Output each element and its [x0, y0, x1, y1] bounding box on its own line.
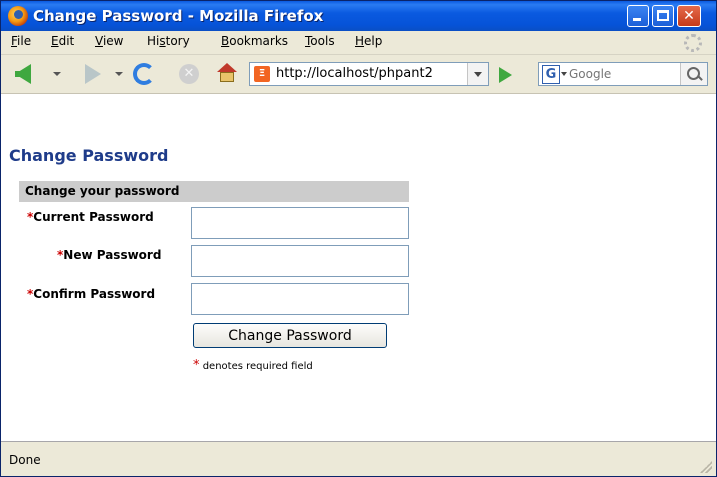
- resize-grip-icon[interactable]: [700, 461, 712, 473]
- firefox-icon: [8, 6, 28, 26]
- throbber-icon: [684, 34, 702, 52]
- minimize-button[interactable]: [627, 5, 649, 27]
- url-text[interactable]: http://localhost/phpant2: [276, 66, 456, 81]
- search-bar[interactable]: G: [538, 62, 708, 86]
- current-password-label: *Current Password: [27, 210, 154, 224]
- site-icon: Ξ: [254, 66, 270, 82]
- current-password-field[interactable]: [191, 207, 409, 239]
- menu-edit[interactable]: Edit: [51, 34, 74, 48]
- required-marker: *: [193, 358, 200, 373]
- home-icon[interactable]: [217, 63, 237, 83]
- menu-file[interactable]: File: [11, 34, 31, 48]
- home-roof: [217, 63, 237, 72]
- menu-view[interactable]: View: [95, 34, 123, 48]
- stop-icon[interactable]: ✕: [179, 64, 199, 84]
- home-wall: [220, 72, 234, 82]
- url-bar[interactable]: Ξ http://localhost/phpant2: [249, 62, 489, 86]
- go-icon[interactable]: [499, 67, 512, 83]
- window-title: Change Password - Mozilla Firefox: [33, 7, 324, 25]
- page-content: Change Password Change your password *Cu…: [1, 94, 716, 441]
- search-button[interactable]: [680, 63, 707, 85]
- status-text: Done: [9, 453, 41, 467]
- status-bar: Done: [1, 441, 716, 476]
- menu-bookmarks[interactable]: Bookmarks: [221, 34, 288, 48]
- close-button[interactable]: ✕: [677, 5, 701, 27]
- menu-history[interactable]: History: [147, 34, 190, 48]
- search-input[interactable]: [569, 65, 669, 83]
- minimize-icon: [633, 18, 641, 21]
- menu-help[interactable]: Help: [355, 34, 382, 48]
- title-bar[interactable]: Change Password - Mozilla Firefox ✕: [1, 1, 716, 31]
- change-password-button[interactable]: Change Password: [193, 323, 387, 348]
- magnifier-handle: [697, 75, 703, 81]
- menu-tools[interactable]: Tools: [305, 34, 335, 48]
- forward-arrow-icon[interactable]: [85, 64, 101, 84]
- maximize-icon: [657, 10, 669, 21]
- navigation-toolbar: ✕ Ξ http://localhost/phpant2 G: [1, 55, 716, 94]
- new-password-field[interactable]: [191, 245, 409, 277]
- confirm-password-label: *Confirm Password: [27, 287, 156, 301]
- close-icon: ✕: [683, 8, 695, 24]
- new-password-label: *New Password: [57, 248, 162, 262]
- forward-history-dropdown-icon[interactable]: [115, 72, 123, 76]
- reload-icon[interactable]: [133, 63, 155, 85]
- browser-window: Change Password - Mozilla Firefox ✕ File…: [0, 0, 717, 477]
- page-title: Change Password: [9, 146, 169, 165]
- confirm-password-field[interactable]: [191, 283, 409, 315]
- search-engine-dropdown-icon[interactable]: [561, 72, 567, 76]
- search-engine-icon[interactable]: G: [542, 65, 560, 84]
- menu-bar: File Edit View History Bookmarks Tools H…: [1, 31, 716, 55]
- form-header: Change your password: [19, 181, 409, 202]
- url-history-dropdown-icon[interactable]: [467, 63, 488, 85]
- required-note: * denotes required field: [193, 358, 313, 373]
- back-arrow-icon[interactable]: [15, 64, 31, 84]
- maximize-button[interactable]: [652, 5, 674, 27]
- back-history-dropdown-icon[interactable]: [53, 72, 61, 76]
